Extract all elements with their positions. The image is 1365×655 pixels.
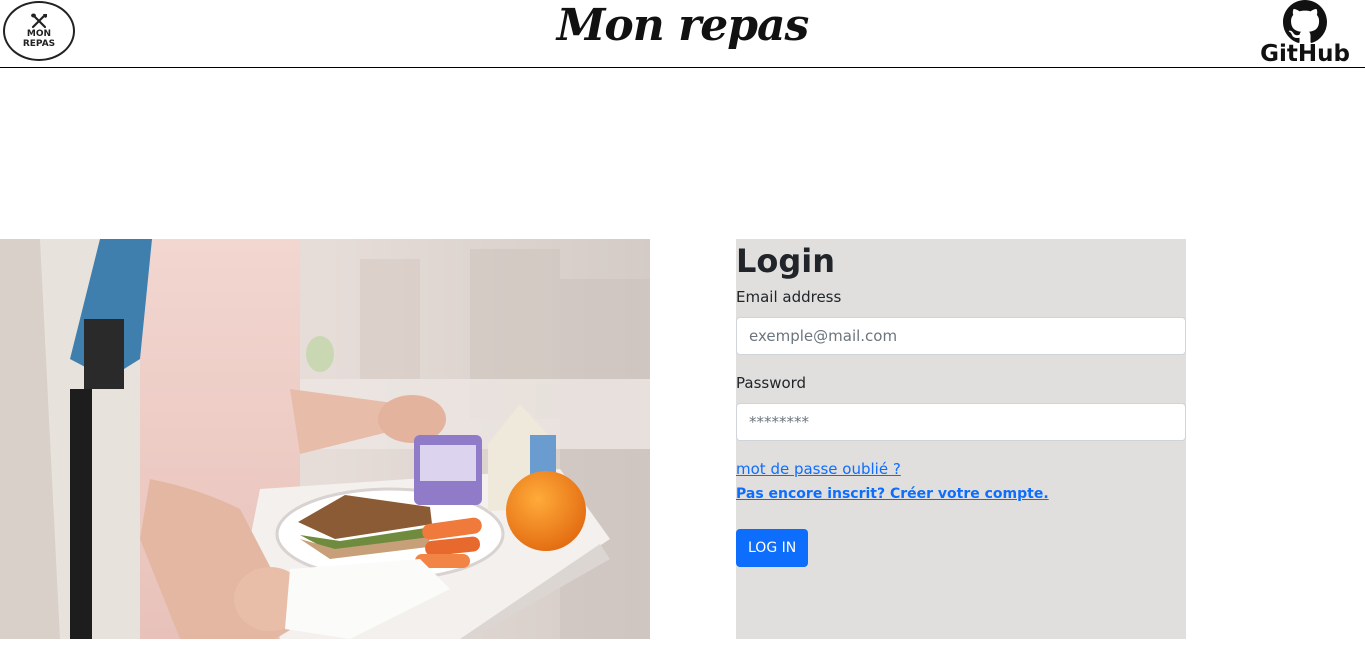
forgot-password-link[interactable]: mot de passe oublié ? [736,459,901,479]
email-label: Email address [736,288,842,306]
github-icon [1283,0,1327,43]
password-input[interactable] [736,403,1186,441]
site-header: MON REPAS Mon repas GitHub [0,0,1365,68]
site-title: Mon repas [556,0,810,51]
github-link[interactable]: GitHub [1254,0,1356,66]
signup-link[interactable]: Pas encore inscrit? Créer votre compte. [736,484,1049,504]
password-label: Password [736,374,807,392]
email-input[interactable] [736,317,1186,355]
github-label: GitHub [1260,41,1350,67]
login-panel: Login Email address Password mot de pass… [736,239,1186,639]
login-title: Login [736,242,836,280]
cafeteria-tray-photo [0,239,650,639]
login-button[interactable]: LOG IN [736,529,809,567]
